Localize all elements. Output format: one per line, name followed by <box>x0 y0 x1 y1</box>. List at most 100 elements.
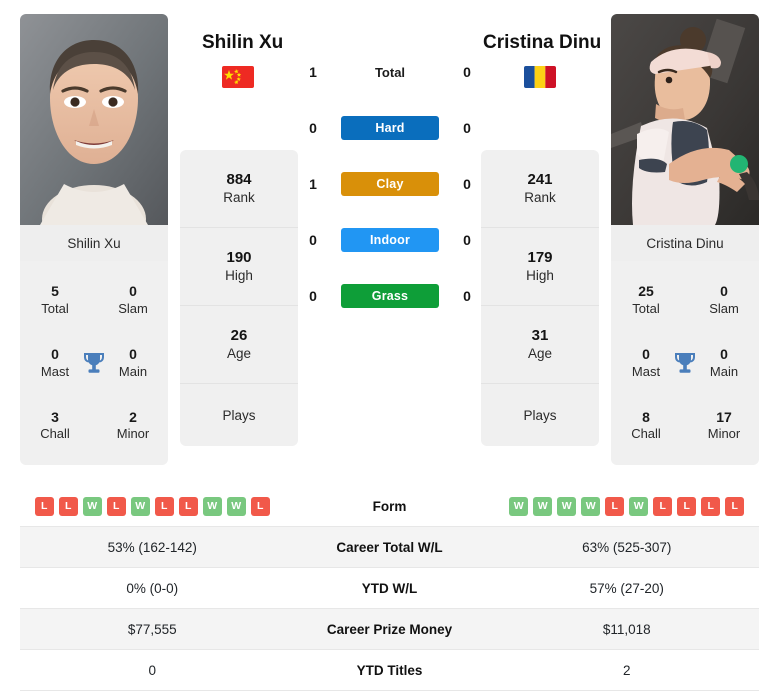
form-badge-loss: L <box>725 496 745 516</box>
titles-slam-left: 0 Slam <box>108 283 158 317</box>
comparison-stat-table: LLWLWLLWWL Form WWWWLWLLLL 53% (162-142)… <box>20 486 759 691</box>
prize-money-right: $11,018 <box>602 621 651 637</box>
surface-badge-indoor[interactable]: Indoor <box>341 228 439 252</box>
titles-total-value-right: 25 <box>638 283 654 300</box>
form-badge-loss: L <box>701 496 721 516</box>
form-strip-right: WWWWLWLLLL <box>509 496 745 516</box>
form-badge-loss: L <box>250 496 270 516</box>
h2h-clay-right: 0 <box>463 176 471 192</box>
form-badge-win: W <box>226 496 246 516</box>
form-badge-loss: L <box>605 496 625 516</box>
titles-mast-value-right: 0 <box>642 346 650 363</box>
form-badge-loss: L <box>677 496 697 516</box>
h2h-surface-row-clay: 1 Clay 0 <box>300 170 480 198</box>
h2h-indoor-right: 0 <box>463 232 471 248</box>
prize-money-left: $77,555 <box>127 621 177 637</box>
h2h-grass-right: 0 <box>463 288 471 304</box>
stat-row-ytd-wl: 0% (0-0) YTD W/L 57% (27-20) <box>20 568 759 609</box>
titles-main-left: 0 Main <box>108 346 158 380</box>
player-photo-right <box>611 14 759 225</box>
rank-cell-high-right: 179 High <box>481 228 599 306</box>
form-badge-win: W <box>130 496 150 516</box>
titles-total-left: 5 Total <box>30 283 80 317</box>
titles-slam-label-left: Slam <box>118 300 148 316</box>
player-flag-left <box>222 66 254 88</box>
titles-total-value-left: 5 <box>51 283 59 300</box>
stat-label-ytd-titles: YTD Titles <box>356 662 423 678</box>
titles-mast-label-left: Mast <box>40 363 70 379</box>
h2h-surface-row-indoor: 0 Indoor 0 <box>300 226 480 254</box>
flag-ro-icon <box>524 66 556 88</box>
form-badge-loss: L <box>178 496 198 516</box>
titles-chall-label-right: Chall <box>631 426 661 442</box>
stat-label-prize-money: Career Prize Money <box>326 621 453 637</box>
rank-value-left: 884 <box>226 170 252 188</box>
titles-minor-label-right: Minor <box>707 426 741 442</box>
career-wl-left: 53% (162-142) <box>107 539 197 555</box>
h2h-total-right: 0 <box>463 64 471 80</box>
titles-main-value-left: 0 <box>129 346 137 363</box>
player-comparison-page: Shilin Xu Cristina Dinu Shilin Xu Cristi… <box>0 0 779 699</box>
high-value-right: 179 <box>527 248 553 266</box>
form-badge-win: W <box>629 496 649 516</box>
stat-label-ytd-wl: YTD W/L <box>361 580 418 596</box>
player-flag-right <box>524 66 556 88</box>
h2h-total-label: Total <box>374 64 406 80</box>
form-badge-win: W <box>82 496 102 516</box>
titles-mast-value-left: 0 <box>51 346 59 363</box>
ytd-titles-right: 2 <box>622 662 631 678</box>
trophy-icon-left <box>81 351 107 375</box>
player-card-left[interactable]: Shilin Xu <box>20 14 168 261</box>
player-name-right[interactable]: Cristina Dinu <box>483 32 601 54</box>
player-card-right[interactable]: Cristina Dinu <box>611 14 759 261</box>
titles-mast-left: 0 Mast <box>30 346 80 380</box>
titles-chall-value-right: 8 <box>642 408 650 425</box>
titles-slam-value-right: 0 <box>720 283 728 300</box>
titles-minor-right: 17 Minor <box>699 409 749 443</box>
stat-row-career-wl: 53% (162-142) Career Total W/L 63% (525-… <box>20 527 759 568</box>
titles-main-label-right: Main <box>709 363 739 379</box>
h2h-surface-row-grass: 0 Grass 0 <box>300 282 480 310</box>
titles-mast-right: 0 Mast <box>621 346 671 380</box>
age-value-left: 26 <box>230 326 248 344</box>
high-label-right: High <box>526 268 554 284</box>
rank-cell-age-left: 26 Age <box>180 306 298 384</box>
titles-block-left: 5 Total 0 Slam 0 Mast 0 Main 3 Chall 2 M… <box>20 261 168 465</box>
form-left: LLWLWLLWWL <box>20 496 285 516</box>
form-badge-win: W <box>557 496 577 516</box>
player-name-left[interactable]: Shilin Xu <box>202 32 283 54</box>
titles-mast-label-right: Mast <box>631 363 661 379</box>
titles-row-total-left: 5 Total 0 Slam <box>20 274 168 326</box>
titles-block-right: 25 Total 0 Slam 0 Mast 0 Main 8 Chall 17… <box>611 261 759 465</box>
ytd-wl-right: 57% (27-20) <box>589 580 664 596</box>
titles-minor-left: 2 Minor <box>108 409 158 443</box>
h2h-grass-left: 0 <box>309 288 317 304</box>
comparison-header: Shilin Xu Cristina Dinu Shilin Xu Cristi… <box>0 0 779 470</box>
titles-row-mast-left: 0 Mast 0 Main <box>20 337 168 389</box>
form-badge-loss: L <box>106 496 126 516</box>
rank-cell-plays-right: Plays <box>481 384 599 446</box>
flag-cn-icon <box>222 66 254 88</box>
age-label-right: Age <box>527 346 553 362</box>
player-photo-caption-right: Cristina Dinu <box>611 225 759 261</box>
stat-label-form: Form <box>372 498 407 514</box>
surface-badge-grass[interactable]: Grass <box>341 284 439 308</box>
career-wl-right: 63% (525-307) <box>582 539 672 555</box>
rank-cell-rank-left: 884 Rank <box>180 150 298 228</box>
form-badge-loss: L <box>653 496 673 516</box>
age-value-right: 31 <box>531 326 549 344</box>
plays-label-right: Plays <box>523 407 557 423</box>
rank-value-right: 241 <box>527 170 553 188</box>
titles-minor-label-left: Minor <box>116 426 150 442</box>
surface-badge-hard[interactable]: Hard <box>341 116 439 140</box>
stat-label-career-wl: Career Total W/L <box>336 539 443 555</box>
titles-row-total-right: 25 Total 0 Slam <box>611 274 759 326</box>
form-strip-left: LLWLWLLWWL <box>34 496 270 516</box>
titles-total-right: 25 Total <box>621 283 671 317</box>
form-badge-win: W <box>509 496 529 516</box>
form-badge-win: W <box>533 496 553 516</box>
titles-row-mast-right: 0 Mast 0 Main <box>611 337 759 389</box>
form-badge-loss: L <box>154 496 174 516</box>
titles-main-value-right: 0 <box>720 346 728 363</box>
surface-badge-clay[interactable]: Clay <box>341 172 439 196</box>
